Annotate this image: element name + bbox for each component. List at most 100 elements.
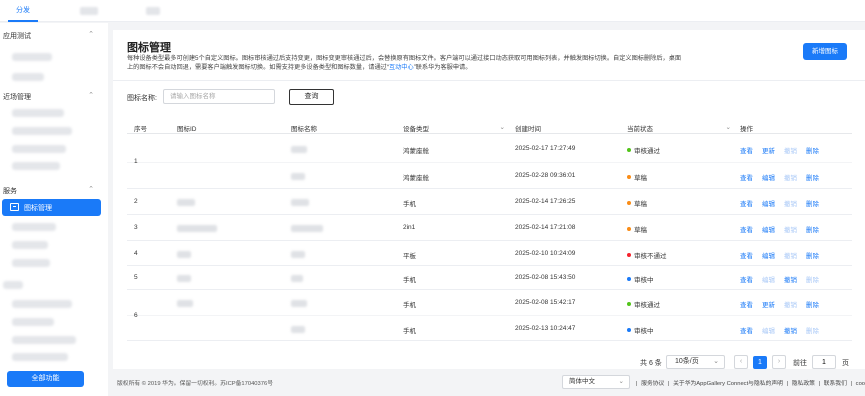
copyright-text: 版权所有 © 2019 华为。保留一切权利。苏ICP备17040376号 <box>117 381 274 387</box>
column-header-status[interactable]: 当前状态 ⌄ <box>627 123 731 133</box>
chevron-up-icon: ⌃ <box>88 31 94 38</box>
sidebar-item-redacted[interactable] <box>12 300 72 308</box>
device-type: 手机 <box>403 201 416 208</box>
status-text: 审核不通过 <box>634 252 667 260</box>
action-link-3[interactable]: 删除 <box>806 172 819 182</box>
chevron-down-icon: ⌄ <box>713 358 719 365</box>
icon-name-redacted <box>291 325 305 333</box>
action-link-3: 删除 <box>806 277 819 284</box>
add-icon-button[interactable]: 新增图标 <box>803 43 847 60</box>
icon-name-redacted <box>291 225 323 232</box>
action-link-0[interactable]: 查看 <box>740 198 753 208</box>
footer-link-service-agreement[interactable]: 服务协议 <box>641 381 664 387</box>
status-dot-icon <box>627 175 631 180</box>
language-value: 简体中文 <box>569 378 595 385</box>
action-link-0[interactable]: 查看 <box>740 299 753 309</box>
interaction-center-link[interactable]: 互动中心 <box>389 64 414 71</box>
sidebar-item-redacted[interactable] <box>12 241 48 249</box>
query-button[interactable]: 查询 <box>289 89 334 105</box>
action-link-3[interactable]: 删除 <box>806 198 819 208</box>
chevron-down-icon: ⌄ <box>618 378 624 385</box>
sidebar-item-redacted[interactable] <box>12 353 68 361</box>
device-type: 手机 <box>403 327 416 335</box>
tab-redacted-1[interactable] <box>80 7 98 15</box>
image-icon <box>10 203 19 211</box>
action-link-2[interactable]: 撤销 <box>784 325 797 335</box>
action-link-2: 撤销 <box>784 175 797 182</box>
footer-separator: | <box>818 381 821 387</box>
sidebar-item-redacted[interactable] <box>12 223 56 231</box>
footer-link-contact-us[interactable]: 联系我们 <box>824 381 847 387</box>
action-link-0[interactable]: 查看 <box>740 274 753 284</box>
action-link-1[interactable]: 编辑 <box>762 250 775 260</box>
action-link-3[interactable]: 删除 <box>806 250 819 260</box>
icon-name-redacted <box>291 146 307 153</box>
action-link-0[interactable]: 查看 <box>740 224 753 234</box>
chevron-right-icon: › <box>777 358 781 365</box>
current-page-button[interactable]: 1 <box>753 356 767 369</box>
device-type: 鸿蒙座舱 <box>403 148 429 155</box>
device-type: 手机 <box>403 302 416 309</box>
action-link-3[interactable]: 删除 <box>806 145 819 155</box>
device-type: 2in1 <box>403 224 416 231</box>
status-dot-icon <box>627 302 631 307</box>
sidebar-item-redacted[interactable] <box>12 259 50 267</box>
sidebar-item-redacted[interactable] <box>12 127 72 135</box>
sidebar-item-redacted[interactable] <box>12 53 52 61</box>
action-link-1[interactable]: 更新 <box>762 145 775 155</box>
action-link-0[interactable]: 查看 <box>740 325 753 335</box>
status-badge: 草稿 <box>627 224 647 234</box>
action-link-3[interactable]: 删除 <box>806 224 819 234</box>
created-time: 2025-02-14 17:26:25 <box>515 198 576 205</box>
footer-link-cookies[interactable]: cookies <box>856 381 865 387</box>
status-text: 草稿 <box>634 227 647 234</box>
sidebar-item-icon-management[interactable]: 图标管理 <box>2 199 101 216</box>
goto-page-input[interactable] <box>812 355 836 369</box>
action-link-1: 编辑 <box>762 277 775 284</box>
chevron-up-icon: ⌃ <box>88 186 94 193</box>
tab-redacted-2[interactable] <box>146 7 160 15</box>
sidebar-item-redacted[interactable] <box>12 109 64 117</box>
sidebar-item-redacted[interactable] <box>12 73 44 81</box>
table-header: 序号 图标ID 图标名称 设备类型 ⌄ 创建时间 当前状态 ⌄ 操作 <box>127 119 852 134</box>
footer-links: | 服务协议 | 关于华为AppGallery Connect与隐私的声明 | … <box>635 378 865 387</box>
sidebar-group-app-testing[interactable]: 应用测试 ⌃ <box>0 28 108 42</box>
footer-link-privacy-statement[interactable]: 关于华为AppGallery Connect与隐私的声明 <box>673 381 783 387</box>
action-link-1[interactable]: 编辑 <box>762 198 775 208</box>
next-page-button[interactable]: › <box>772 355 786 369</box>
sidebar-item-redacted[interactable] <box>12 336 76 344</box>
row-index: 5 <box>134 274 138 281</box>
action-link-1[interactable]: 编辑 <box>762 172 775 182</box>
action-link-2[interactable]: 撤销 <box>784 274 797 284</box>
all-functions-button[interactable]: 全部功能 <box>7 371 84 387</box>
footer-link-privacy-policy[interactable]: 隐私政策 <box>792 381 815 387</box>
sidebar-group-near-field[interactable]: 近场管理 ⌃ <box>0 89 108 103</box>
chevron-left-icon: ‹ <box>739 358 743 365</box>
page-size-value: 10条/页 <box>675 358 699 365</box>
column-header-device-type[interactable]: 设备类型 ⌄ <box>403 123 505 133</box>
status-badge: 审核中 <box>627 274 654 284</box>
sidebar-group-services[interactable]: 服务 ⌃ <box>0 183 108 197</box>
action-link-0[interactable]: 查看 <box>740 250 753 260</box>
icon-name-search-input[interactable] <box>163 89 275 104</box>
status-dot-icon <box>627 327 631 332</box>
action-link-0[interactable]: 查看 <box>740 172 753 182</box>
action-link-1[interactable]: 编辑 <box>762 224 775 234</box>
page-size-select[interactable]: 10条/页 ⌄ <box>666 355 725 369</box>
sidebar-item-redacted[interactable] <box>12 318 54 326</box>
status-text: 审核中 <box>634 327 654 335</box>
sidebar-group-redacted[interactable] <box>3 281 23 289</box>
action-link-0[interactable]: 查看 <box>740 145 753 155</box>
sidebar-item-redacted[interactable] <box>12 145 66 153</box>
tab-distribution[interactable]: 分发 <box>8 0 38 22</box>
prev-page-button[interactable]: ‹ <box>734 355 748 369</box>
action-link-2: 撤销 <box>784 227 797 234</box>
icon-id-redacted <box>177 225 217 232</box>
row-index: 3 <box>134 224 138 231</box>
action-link-1[interactable]: 更新 <box>762 299 775 309</box>
sidebar-item-redacted[interactable] <box>12 162 60 170</box>
status-dot-icon <box>627 227 631 232</box>
language-select[interactable]: 简体中文 ⌄ <box>562 375 630 389</box>
footer-separator: | <box>850 381 853 387</box>
action-link-3[interactable]: 删除 <box>806 299 819 309</box>
